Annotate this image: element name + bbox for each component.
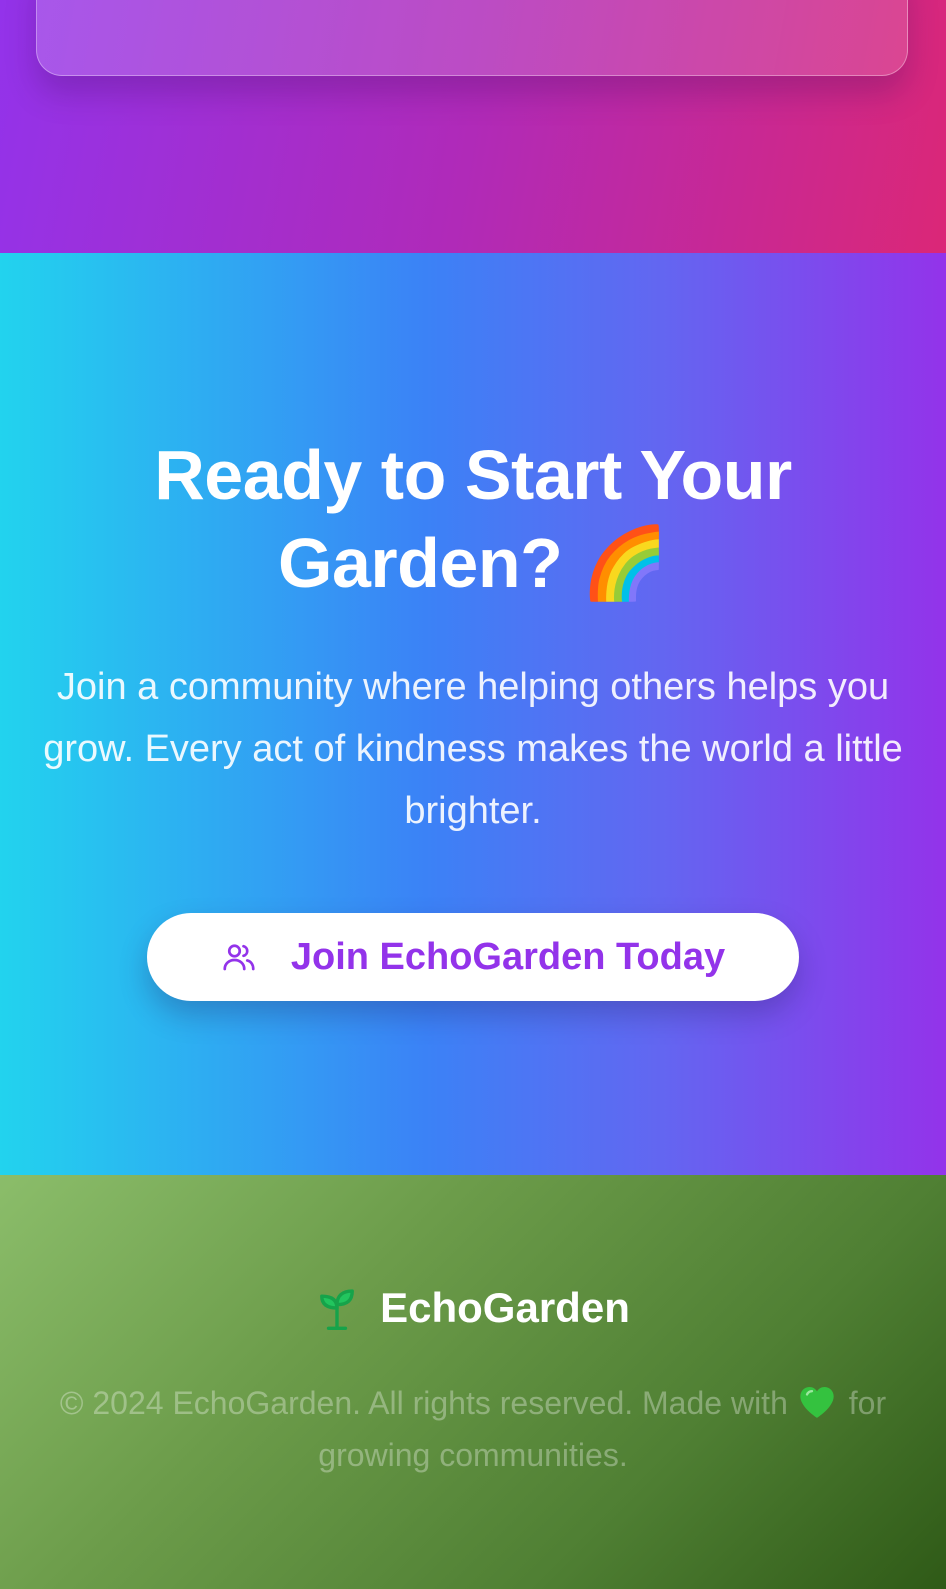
footer-brand-name: EchoGarden: [380, 1284, 630, 1331]
feature-card: [36, 0, 908, 76]
green-heart-icon: [797, 1382, 837, 1422]
users-icon: [221, 939, 257, 975]
footer: EchoGarden © 2024 EchoGarden. All rights…: [0, 1175, 946, 1589]
page: Ready to Start Your Garden? 🌈 Join a com…: [0, 0, 946, 1589]
cta-section: Ready to Start Your Garden? 🌈 Join a com…: [0, 253, 946, 1175]
cta-description: Join a community where helping others he…: [43, 666, 903, 832]
footer-brand[interactable]: EchoGarden: [0, 1283, 946, 1333]
seedling-icon: [316, 1286, 358, 1330]
features-section-bottom: [0, 0, 946, 253]
cta-title: Ready to Start Your Garden? 🌈: [154, 436, 792, 602]
join-button[interactable]: Join EchoGarden Today: [147, 913, 799, 1001]
copyright-prefix: © 2024 EchoGarden. All rights reserved. …: [59, 1385, 788, 1421]
footer-copyright: © 2024 EchoGarden. All rights reserved. …: [40, 1377, 906, 1481]
join-button-label: Join EchoGarden Today: [290, 936, 726, 978]
